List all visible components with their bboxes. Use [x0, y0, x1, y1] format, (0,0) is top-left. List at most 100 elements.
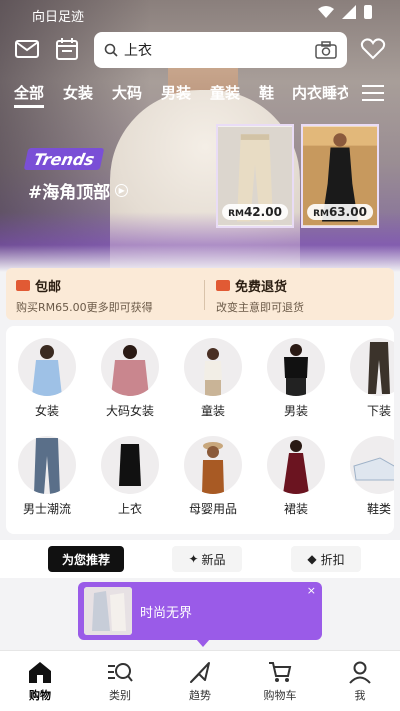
nav-me[interactable]: 我: [320, 659, 400, 703]
battery-icon: [364, 5, 372, 19]
category-image: [350, 436, 394, 494]
category-image: [267, 338, 325, 396]
category-label: 鞋类: [366, 502, 391, 516]
category-label: 下装: [366, 404, 391, 418]
price-currency: RM: [313, 209, 329, 219]
nav-cart[interactable]: 购物车: [240, 659, 320, 703]
search-input[interactable]: 上衣: [124, 40, 315, 60]
free-shipping-benefit[interactable]: 包邮 购买RM65.00更多即可获得: [16, 276, 153, 315]
category-plus-size[interactable]: 大码女装: [99, 338, 161, 419]
category-bottoms[interactable]: 下装: [348, 338, 394, 419]
price-value: 42.00: [243, 205, 282, 219]
benefit-title: 包邮: [35, 280, 62, 295]
status-bar: 向日足迹: [0, 0, 400, 28]
category-dresses[interactable]: 裙装: [265, 436, 327, 517]
category-label: 上衣: [117, 502, 142, 516]
category-maternity-baby[interactable]: 母婴用品: [182, 436, 244, 517]
promo-text: 时尚无界: [140, 606, 193, 621]
category-tops[interactable]: 上衣: [99, 436, 161, 517]
price-currency: RM: [228, 209, 244, 219]
promo-pointer: [196, 639, 210, 647]
trend-product-card[interactable]: RM42.00: [216, 124, 294, 228]
category-image: [101, 436, 159, 494]
category-image: [18, 338, 76, 396]
category-men-trend[interactable]: 男士潮流: [16, 436, 78, 517]
return-box-icon: [216, 280, 230, 291]
search-bar[interactable]: 上衣: [94, 32, 347, 68]
truck-icon: [16, 280, 30, 291]
nav-shop[interactable]: 购物: [0, 659, 80, 703]
tab-discount[interactable]: ◆ 折扣: [291, 546, 361, 572]
category-search-icon: [108, 663, 133, 682]
category-label: 男装: [283, 404, 308, 418]
trends-badge: Trends: [23, 148, 105, 170]
close-icon[interactable]: ×: [307, 584, 316, 597]
tab-underwear[interactable]: 内衣睡衣: [292, 82, 348, 103]
category-label: 裙装: [283, 502, 308, 516]
divider: [204, 280, 205, 310]
wifi-icon: [318, 5, 334, 18]
promo-banner[interactable]: 时尚无界 ×: [78, 582, 322, 647]
mail-icon[interactable]: [14, 36, 40, 62]
tab-shoes[interactable]: 鞋: [259, 82, 274, 103]
nav-label: 购物车: [263, 689, 297, 702]
tab-new-arrivals[interactable]: ✦ 新品: [172, 546, 242, 572]
profile-icon: [349, 661, 371, 684]
tab-men[interactable]: 男装: [161, 82, 191, 103]
category-label: 母婴用品: [188, 502, 237, 516]
cart-icon: [269, 662, 292, 682]
category-shoes[interactable]: 鞋类: [348, 436, 394, 517]
category-women[interactable]: 女装: [16, 338, 78, 419]
category-image: [101, 338, 159, 396]
trends-title[interactable]: #海角顶部 ▶: [28, 178, 129, 203]
camera-icon[interactable]: [315, 41, 337, 59]
price-value: 63.00: [328, 205, 367, 219]
tab-recommended[interactable]: 为您推荐: [48, 546, 124, 572]
tab-all[interactable]: 全部: [14, 82, 45, 108]
benefits-strip[interactable]: 包邮 购买RM65.00更多即可获得 免费退货 改变主意即可退货: [6, 268, 394, 320]
nav-trends[interactable]: 趋势: [160, 659, 240, 703]
tab-kids[interactable]: 童装: [210, 82, 240, 103]
calendar-icon[interactable]: [54, 36, 80, 62]
category-label: 童装: [200, 404, 225, 418]
signal-icon: [342, 5, 356, 19]
category-image: [184, 436, 242, 494]
tag-icon: ◆: [307, 552, 317, 566]
nav-category[interactable]: 类别: [80, 659, 160, 703]
nav-label: 购物: [29, 689, 51, 702]
category-image: [184, 338, 242, 396]
category-men[interactable]: 男装: [265, 338, 327, 419]
trends-badge-text: Trends: [31, 149, 97, 169]
heart-icon[interactable]: [360, 36, 386, 62]
home-icon: [29, 662, 51, 683]
category-kids[interactable]: 童装: [182, 338, 244, 419]
product-price: RM42.00: [222, 204, 288, 220]
promo-thumbnail: [84, 587, 132, 635]
benefit-subtitle: 购买RM65.00更多即可获得: [16, 301, 153, 314]
app-screen: 向日足迹 上衣 全部 女装 大码 男装 童装 鞋 内衣睡衣 Trends #海角…: [0, 0, 400, 711]
nav-label: 我: [354, 689, 366, 702]
top-bar: 上衣: [0, 32, 400, 68]
category-image: [267, 436, 325, 494]
sparkle-icon: ✦: [188, 552, 199, 566]
menu-icon[interactable]: [362, 82, 384, 102]
tab-women[interactable]: 女装: [63, 82, 93, 103]
benefit-title: 免费退货: [235, 280, 288, 295]
trend-arrow-icon: [190, 662, 210, 683]
trends-title-text: #海角顶部: [28, 183, 111, 203]
tab-label: 折扣: [320, 552, 345, 567]
category-label: 男士潮流: [22, 502, 71, 516]
tab-label: 新品: [201, 552, 226, 567]
category-grid: 女装 大码女装 童装 男装 下装 男士潮流 上衣 母婴用品 裙装 鞋类: [6, 326, 394, 534]
nav-label: 趋势: [189, 689, 211, 702]
free-returns-benefit[interactable]: 免费退货 改变主意即可退货: [216, 276, 304, 315]
tab-label: 为您推荐: [61, 552, 110, 567]
trend-product-card[interactable]: RM63.00: [301, 124, 379, 228]
category-label: 大码女装: [105, 404, 154, 418]
feed-tabs: 为您推荐 ✦ 新品 ◆ 折扣: [0, 540, 400, 578]
tab-plus-size[interactable]: 大码: [112, 82, 142, 103]
carrier-name: 向日足迹: [32, 10, 85, 25]
bottom-navigation: 购物 类别 趋势 购物车 我: [0, 650, 400, 711]
category-image: [350, 338, 394, 396]
category-image: [18, 436, 76, 494]
